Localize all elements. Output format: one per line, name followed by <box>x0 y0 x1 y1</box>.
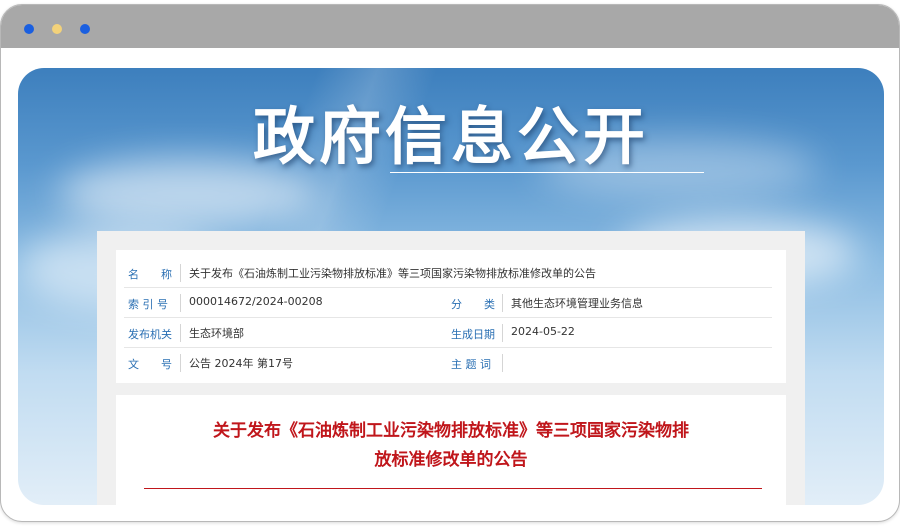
meta-label-name: 名 称 <box>128 268 172 281</box>
meta-row-index: 索 引 号 000014672/2024-00208 分 类 其他生态环境管理业… <box>116 288 786 318</box>
document-title-rule <box>144 488 762 489</box>
info-panel: 名 称 关于发布《石油炼制工业污染物排放标准》等三项国家污染物排放标准修改单的公… <box>97 231 805 505</box>
window-dot-blue-2[interactable] <box>80 24 90 34</box>
meta-divider <box>180 294 181 312</box>
meta-label-docno: 文 号 <box>128 358 172 371</box>
meta-row-name: 名 称 关于发布《石油炼制工业污染物排放标准》等三项国家污染物排放标准修改单的公… <box>116 258 786 288</box>
document-title-line-2: 放标准修改单的公告 <box>374 450 528 470</box>
meta-value-category: 其他生态环境管理业务信息 <box>511 297 643 310</box>
meta-divider <box>180 324 181 342</box>
meta-divider <box>180 264 181 282</box>
window-dot-yellow[interactable] <box>52 24 62 34</box>
window-dot-blue-1[interactable] <box>24 24 34 34</box>
page-title: 政府信息公开 <box>252 100 649 173</box>
meta-label-date: 生成日期 <box>451 328 495 341</box>
meta-divider <box>502 324 503 342</box>
title-underline <box>390 172 704 173</box>
page-content: 政府信息公开 名 称 关于发布《石油炼制工业污染物排放标准》等三项国家污染物排放… <box>18 68 884 505</box>
meta-label-keywords: 主 题 词 <box>451 358 491 371</box>
browser-window: 政府信息公开 名 称 关于发布《石油炼制工业污染物排放标准》等三项国家污染物排放… <box>0 4 900 522</box>
meta-value-issuer: 生态环境部 <box>189 327 244 340</box>
meta-label-category: 分 类 <box>451 298 495 311</box>
meta-divider <box>502 294 503 312</box>
meta-value-date: 2024-05-22 <box>511 325 575 338</box>
meta-row-issuer: 发布机关 生态环境部 生成日期 2024-05-22 <box>116 318 786 348</box>
meta-label-issuer: 发布机关 <box>128 328 172 341</box>
meta-value-name: 关于发布《石油炼制工业污染物排放标准》等三项国家污染物排放标准修改单的公告 <box>189 267 596 280</box>
meta-value-docno: 公告 2024年 第17号 <box>189 357 293 370</box>
meta-row-docno: 文 号 公告 2024年 第17号 主 题 词 <box>116 348 786 378</box>
meta-divider <box>502 354 503 372</box>
document-card: 关于发布《石油炼制工业污染物排放标准》等三项国家污染物排 放标准修改单的公告 <box>116 395 786 505</box>
meta-value-index: 000014672/2024-00208 <box>189 295 323 308</box>
document-title: 关于发布《石油炼制工业污染物排放标准》等三项国家污染物排 放标准修改单的公告 <box>176 417 726 475</box>
window-titlebar <box>1 5 899 48</box>
meta-divider <box>180 354 181 372</box>
meta-label-index: 索 引 号 <box>128 298 168 311</box>
metadata-table: 名 称 关于发布《石油炼制工业污染物排放标准》等三项国家污染物排放标准修改单的公… <box>116 250 786 383</box>
document-title-line-1: 关于发布《石油炼制工业污染物排放标准》等三项国家污染物排 <box>213 421 689 441</box>
